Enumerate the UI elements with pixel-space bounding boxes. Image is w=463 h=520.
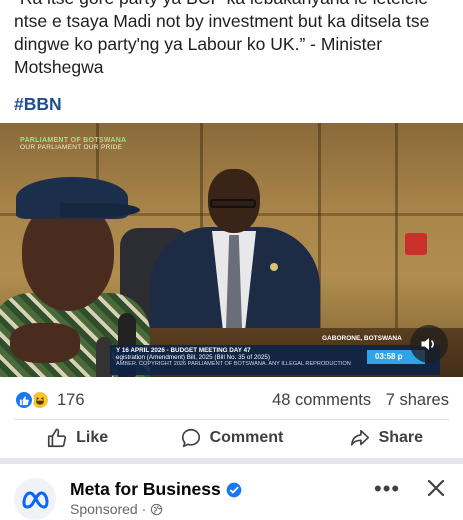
glasses (210, 199, 256, 208)
post-text-line: “Ra itse gore party ya BCP ka lebakanyan… (14, 0, 454, 10)
like-reaction-icon (14, 390, 34, 410)
verified-badge-icon (226, 482, 242, 497)
like-button[interactable]: Like (0, 422, 154, 454)
share-button[interactable]: Share (309, 422, 463, 454)
sponsor-name-link[interactable]: Meta for Business (70, 479, 221, 500)
sponsor-name-row: Meta for Business (70, 479, 242, 500)
channel-slogan: OUR PARLIAMENT OUR PRIDE (20, 144, 123, 151)
fire-alarm (405, 233, 427, 255)
post-text: “Ra itse gore party ya BCP ka lebakanyan… (14, 0, 454, 79)
feed-separator (0, 458, 463, 464)
video-player[interactable]: PARLIAMENT OF BOTSWANA OUR PARLIAMENT OU… (0, 123, 463, 377)
reaction-count: 176 (57, 390, 85, 409)
hide-post-button[interactable] (424, 476, 448, 505)
meta-infinity-icon (22, 491, 49, 509)
cap-brim (60, 203, 140, 217)
close-icon (427, 479, 445, 497)
share-label: Share (378, 429, 424, 446)
channel-name: PARLIAMENT OF BOTSWANA (20, 137, 127, 144)
like-label: Like (76, 429, 109, 446)
post-text-line: ntse e tsaya Madi not by investment but … (14, 11, 430, 31)
hashtag-link[interactable]: #BBN (14, 94, 62, 115)
post-text-line: dingwe ko party'ng ya Labour ko UK.” - M… (14, 34, 383, 54)
shares-count-link[interactable]: 7 shares (386, 391, 449, 409)
comment-bubble-icon (181, 428, 200, 448)
globe-icon (151, 503, 163, 515)
comment-label: Comment (209, 429, 284, 446)
sponsored-label: Sponsored · (70, 501, 147, 517)
hand (10, 323, 80, 363)
thumbs-up-icon (48, 428, 67, 448)
comment-button[interactable]: Comment (154, 422, 308, 454)
divider (14, 419, 449, 420)
sponsored-label-row: Sponsored · (70, 501, 163, 517)
share-arrow-icon (350, 429, 369, 446)
lapel-pin (270, 263, 278, 271)
unmute-button[interactable] (410, 325, 448, 363)
meta-logo-avatar[interactable] (14, 478, 56, 520)
location-label: GABORONE, BOTSWANA (322, 335, 402, 342)
engagement-counts: 48 comments 7 shares (272, 391, 449, 410)
speaker-icon (421, 338, 434, 350)
reactions-summary[interactable]: 176 (14, 390, 85, 410)
more-options-button[interactable]: ••• (374, 476, 400, 502)
post-text-line: Motshegwa (14, 57, 104, 77)
post-action-bar: Like Comment Share (0, 422, 463, 454)
comments-count-link[interactable]: 48 comments (272, 391, 371, 409)
channel-logo: PARLIAMENT OF BOTSWANA OUR PARLIAMENT OU… (20, 137, 126, 151)
